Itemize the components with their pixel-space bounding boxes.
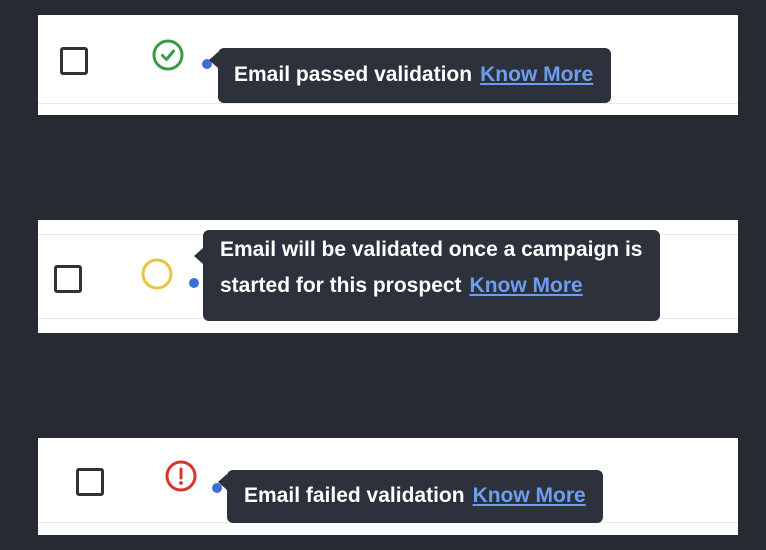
tooltip-arrow: [194, 248, 203, 264]
tooltip-text: Email passed validation: [234, 63, 473, 86]
exclamation-circle-icon[interactable]: [165, 460, 197, 492]
tooltip-passed: Email passed validation Know More: [209, 48, 612, 103]
tooltip-failed: Email failed validation Know More: [218, 470, 603, 523]
tooltip-arrow: [209, 52, 218, 68]
row-checkbox[interactable]: [54, 265, 82, 293]
validation-row-failed: Email failed validation Know More: [38, 438, 738, 535]
tooltip-pending: Email will be validated once a campaign …: [194, 230, 661, 321]
validation-row-passed: Email passed validation Know More: [38, 15, 738, 115]
status-dot: [189, 278, 199, 288]
tooltip-text: Email failed validation: [244, 484, 465, 507]
validation-row-pending: Email will be validated once a campaign …: [38, 220, 738, 333]
empty-circle-icon[interactable]: [141, 258, 173, 290]
row-checkbox[interactable]: [76, 468, 104, 496]
tooltip-arrow: [218, 474, 227, 490]
tooltip-text-line-2: started for this prospect: [220, 274, 462, 297]
row-checkbox[interactable]: [60, 47, 88, 75]
tooltip-text-line-1: Email will be validated once a campaign …: [220, 238, 643, 261]
row-divider: [38, 103, 738, 104]
know-more-link[interactable]: Know More: [470, 274, 583, 297]
know-more-link[interactable]: Know More: [480, 63, 593, 86]
know-more-link[interactable]: Know More: [473, 484, 586, 507]
check-circle-icon[interactable]: [152, 39, 184, 71]
